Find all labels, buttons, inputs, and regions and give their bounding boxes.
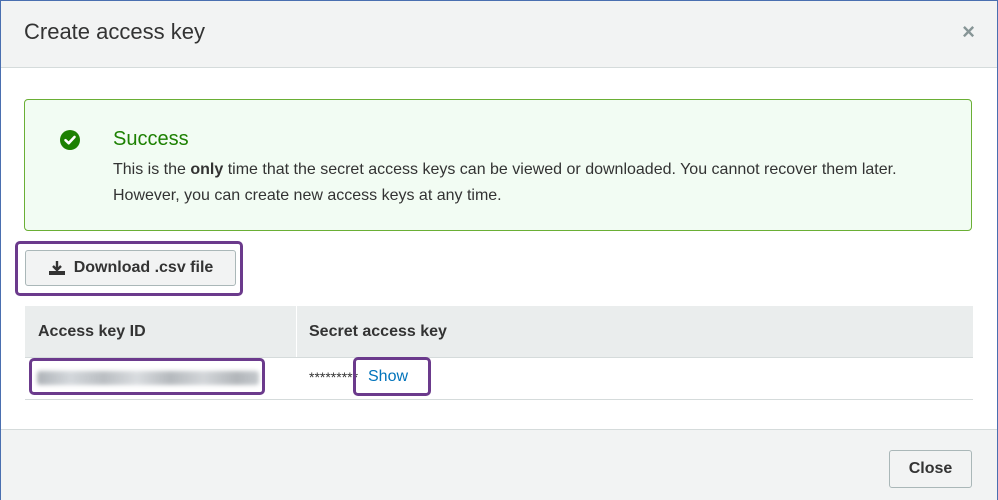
check-circle-icon [60, 130, 80, 150]
column-header-access-key-id: Access key ID [38, 323, 146, 340]
alert-message: This is the only time that the secret ac… [113, 161, 897, 204]
column-header-secret-access-key: Secret access key [309, 323, 447, 340]
table-header: Access key ID Secret access key [25, 306, 973, 358]
alert-emphasis: only [190, 161, 224, 178]
access-key-id-highlight [29, 358, 265, 395]
alert-title: Success [113, 128, 189, 150]
close-button[interactable]: Close [889, 450, 972, 488]
dialog-title: Create access key [24, 19, 205, 44]
dialog-header: Create access key × [1, 1, 997, 68]
secret-key-masked: ********* [309, 369, 359, 385]
download-button-label: Download .csv file [73, 259, 214, 276]
dialog-footer: Close [1, 429, 997, 500]
success-alert: Success This is the only time that the s… [24, 99, 972, 231]
column-divider [296, 306, 297, 357]
show-link-highlight [353, 357, 431, 396]
download-icon [48, 261, 65, 275]
download-csv-button[interactable]: Download .csv file [25, 250, 236, 286]
create-access-key-dialog: Create access key × Success This is the … [0, 0, 998, 500]
close-icon[interactable]: × [962, 19, 975, 45]
